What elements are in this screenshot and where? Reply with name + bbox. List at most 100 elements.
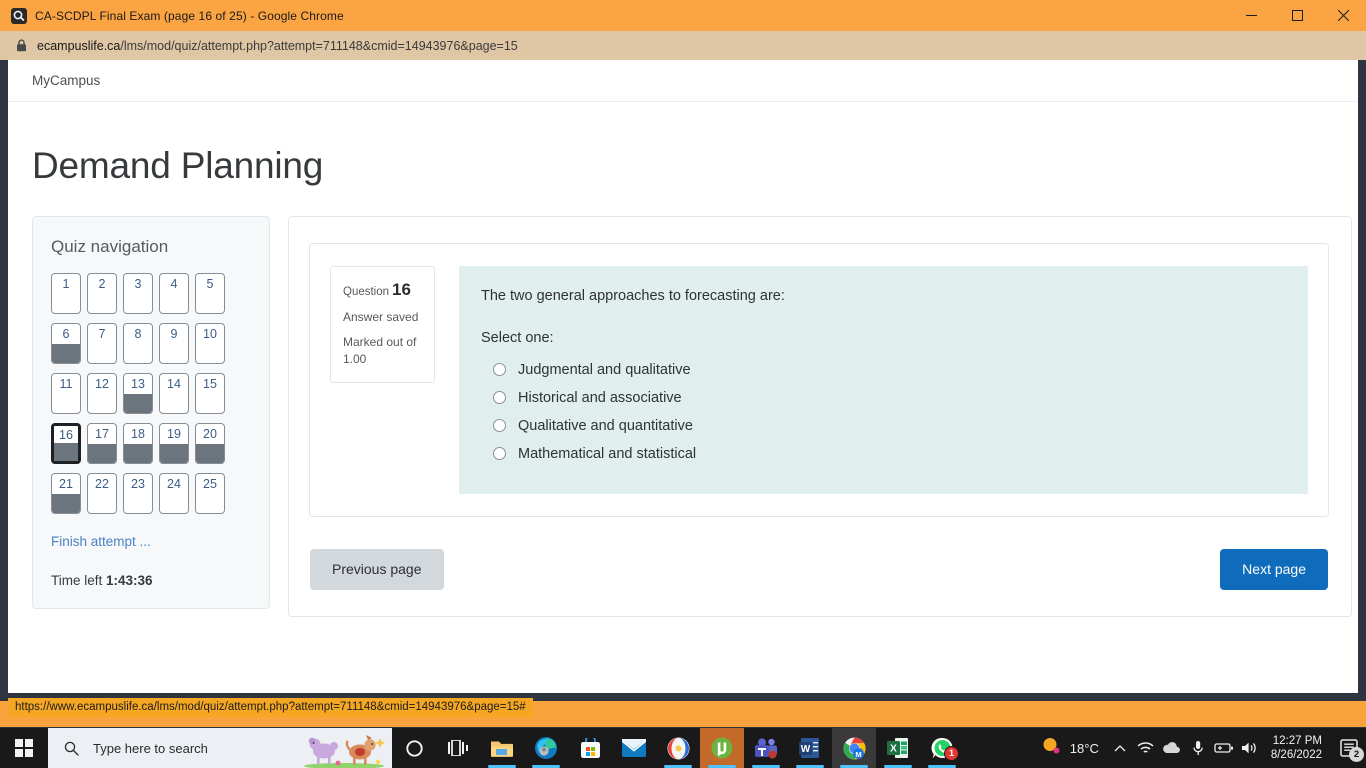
onedrive-icon[interactable] (1159, 728, 1185, 768)
question-info-panel: Question 16 Answer saved Marked out of 1.… (330, 265, 435, 384)
url-domain: ecampuslife.ca (37, 38, 121, 53)
microsoft-store-icon[interactable] (568, 728, 612, 768)
search-input[interactable]: Type here to search (48, 728, 392, 768)
clock-time: 12:27 PM (1272, 735, 1322, 747)
weather-widget[interactable]: 18°C (1040, 735, 1099, 762)
radio-button[interactable] (493, 447, 506, 461)
quiz-nav-question-3[interactable]: 3 (123, 272, 153, 314)
search-illustration-icon (302, 732, 388, 768)
quiz-nav-question-9[interactable]: 9 (159, 322, 189, 364)
action-center-icon[interactable]: 2 (1332, 728, 1366, 768)
lock-icon (16, 39, 27, 52)
time-left-label: Time left (51, 572, 107, 588)
quiz-nav-question-14[interactable]: 14 (159, 372, 189, 414)
question-text: The two general approaches to forecastin… (481, 287, 785, 304)
brand-mycampus[interactable]: MyCampus (32, 73, 100, 88)
start-button[interactable] (0, 728, 48, 768)
quiz-main-region: Question 16 Answer saved Marked out of 1.… (288, 215, 1352, 617)
mail-icon[interactable] (612, 728, 656, 768)
answer-option-3[interactable]: Qualitative and quantitative (481, 412, 1286, 440)
microsoft-edge-icon[interactable] (524, 728, 568, 768)
quiz-nav-question-2[interactable]: 2 (87, 272, 117, 314)
opera-icon[interactable] (656, 728, 700, 768)
quiz-nav-question-19[interactable]: 19 (159, 422, 189, 464)
microsoft-teams-icon[interactable] (744, 728, 788, 768)
quiz-nav-question-4[interactable]: 4 (159, 272, 189, 314)
quiz-nav-question-25[interactable]: 25 (195, 472, 225, 514)
microsoft-excel-icon[interactable]: X (876, 728, 920, 768)
clock[interactable]: 12:27 PM 8/26/2022 (1271, 734, 1322, 762)
maximize-button[interactable] (1274, 0, 1320, 31)
windows-taskbar: Type here to search W M X 1 18°C 12:27 P… (0, 728, 1366, 768)
select-one-label: Select one: (481, 329, 554, 346)
file-explorer-icon[interactable] (480, 728, 524, 768)
microsoft-word-icon[interactable]: W (788, 728, 832, 768)
quiz-nav-question-label: 4 (170, 276, 178, 291)
whatsapp-icon[interactable]: 1 (920, 728, 964, 768)
quiz-nav-question-label: 20 (203, 426, 217, 441)
battery-icon[interactable] (1211, 728, 1237, 768)
answer-option-4[interactable]: Mathematical and statistical (481, 440, 1286, 468)
quiz-nav-question-22[interactable]: 22 (87, 472, 117, 514)
quiz-nav-question-13[interactable]: 13 (123, 372, 153, 414)
url-path: /lms/mod/quiz/attempt.php?attempt=711148… (120, 38, 518, 53)
browser-titlebar: CA-SCDPL Final Exam (page 16 of 25) - Go… (0, 0, 1366, 31)
quiz-nav-question-21[interactable]: 21 (51, 472, 81, 514)
quiz-nav-question-10[interactable]: 10 (195, 322, 225, 364)
radio-button[interactable] (493, 419, 506, 433)
url-text: ecampuslife.ca/lms/mod/quiz/attempt.php?… (37, 39, 518, 53)
quiz-nav-question-23[interactable]: 23 (123, 472, 153, 514)
time-left-value: 1:43:36 (106, 572, 153, 588)
quiz-nav-question-12[interactable]: 12 (87, 372, 117, 414)
radio-button[interactable] (493, 363, 506, 377)
quiz-nav-question-label: 2 (98, 276, 106, 291)
weather-temperature: 18°C (1069, 740, 1099, 756)
question-card: Question 16 Answer saved Marked out of 1.… (309, 242, 1329, 517)
quiz-nav-question-15[interactable]: 15 (195, 372, 225, 414)
quiz-nav-question-7[interactable]: 7 (87, 322, 117, 364)
volume-icon[interactable] (1237, 728, 1263, 768)
quiz-nav-question-1[interactable]: 1 (51, 272, 81, 314)
quiz-nav-question-8[interactable]: 8 (123, 322, 153, 364)
chevron-up-icon[interactable] (1107, 728, 1133, 768)
quiz-nav-question-6[interactable]: 6 (51, 322, 81, 364)
quiz-nav-question-5[interactable]: 5 (195, 272, 225, 314)
quiz-navigation-grid: 1 2 3 4 5 6 7 8 9 10 11 12 13 14 15 16 17 18 19 20 21 22 23 24 2… (51, 272, 251, 514)
cortana-icon[interactable] (392, 728, 436, 768)
site-favicon (11, 7, 27, 24)
answer-option-1[interactable]: Judgmental and qualitative (481, 356, 1286, 384)
quiz-nav-question-label: 22 (95, 476, 109, 491)
answer-option-label: Historical and associative (518, 389, 682, 406)
quiz-nav-question-11[interactable]: 11 (51, 372, 81, 414)
finish-attempt-link[interactable]: Finish attempt ... (51, 534, 251, 549)
whatsapp-badge: 1 (944, 746, 959, 761)
quiz-nav-question-label: 14 (167, 376, 181, 391)
answer-option-label: Mathematical and statistical (518, 445, 697, 462)
previous-page-button[interactable]: Previous page (310, 548, 444, 590)
wifi-icon[interactable] (1133, 728, 1159, 768)
next-page-button[interactable]: Next page (1220, 548, 1328, 590)
quiz-nav-question-label: 25 (203, 476, 217, 491)
quiz-nav-question-label: 10 (203, 326, 217, 341)
answer-option-2[interactable]: Historical and associative (481, 384, 1286, 412)
microphone-icon[interactable] (1185, 728, 1211, 768)
window-controls (1228, 0, 1366, 31)
page-viewport: MyCampus Demand Planning Quiz navigation… (0, 60, 1366, 701)
address-bar[interactable]: ecampuslife.ca/lms/mod/quiz/attempt.php?… (0, 31, 1366, 60)
quiz-nav-question-20[interactable]: 20 (195, 422, 225, 464)
utorrent-icon[interactable] (700, 728, 744, 768)
quiz-nav-question-17[interactable]: 17 (87, 422, 117, 464)
task-view-icon[interactable] (436, 728, 480, 768)
quiz-nav-question-18[interactable]: 18 (123, 422, 153, 464)
time-left: Time left 1:43:36 (51, 573, 251, 588)
close-button[interactable] (1320, 0, 1366, 31)
answer-option-label: Qualitative and quantitative (518, 417, 693, 434)
radio-button[interactable] (493, 391, 506, 405)
google-chrome-icon[interactable]: M (832, 728, 876, 768)
quiz-nav-question-label: 16 (59, 427, 73, 442)
minimize-button[interactable] (1228, 0, 1274, 31)
quiz-nav-question-16[interactable]: 16 (51, 422, 81, 464)
quiz-nav-question-24[interactable]: 24 (159, 472, 189, 514)
page-title: Demand Planning (32, 145, 324, 186)
svg-text:W: W (801, 744, 811, 755)
